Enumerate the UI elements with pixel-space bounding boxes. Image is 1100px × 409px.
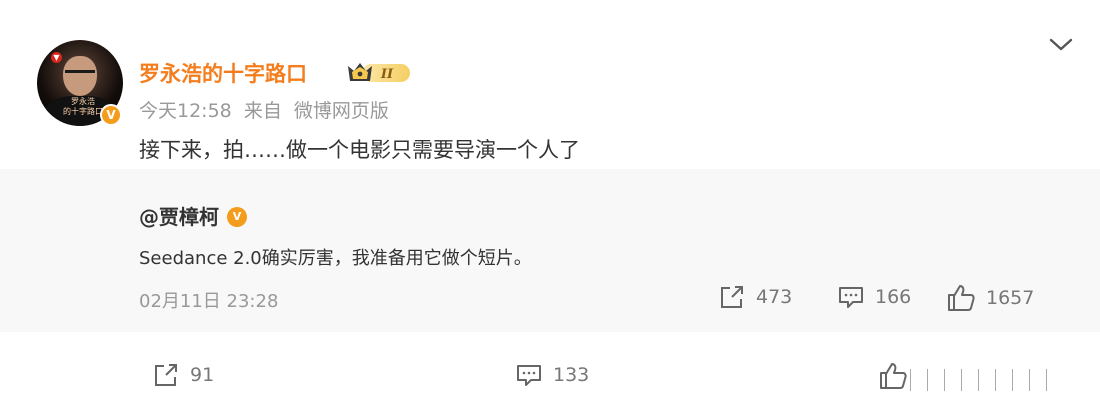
repost-icon <box>721 286 743 308</box>
repost-author-mention[interactable]: @贾樟柯 V <box>139 201 247 230</box>
post-source[interactable]: 微博网页版 <box>294 100 389 122</box>
repost-stat-comments-count: 166 <box>875 286 912 308</box>
repost-block[interactable]: @贾樟柯 V Seedance 2.0确实厉害，我准备用它做个短片。 02月11日… <box>0 169 1100 332</box>
post-meta: 今天12:58 来自 微博网页版 <box>139 96 389 123</box>
repost-stat-reposts-count: 473 <box>756 286 793 308</box>
author-name[interactable]: 罗永浩的十字路口 <box>139 58 307 88</box>
footer-comment-button[interactable]: 133 <box>515 361 589 389</box>
repost-time[interactable]: 02月11日 23:28 <box>139 287 278 313</box>
post-text: 接下来，拍……做一个电影只需要导演一个人了 <box>139 138 580 162</box>
member-badge-level: II <box>380 67 394 82</box>
verified-icon: V <box>100 104 122 126</box>
footer-like-button[interactable] <box>878 361 908 391</box>
verified-icon: V <box>227 207 247 227</box>
repost-stat-likes-count: 1657 <box>986 287 1035 309</box>
repost-text: Seedance 2.0确实厉害，我准备用它做个短片。 <box>139 248 532 269</box>
post-time[interactable]: 今天12:58 <box>139 100 232 122</box>
repost-stat-comments[interactable]: 166 <box>837 283 911 311</box>
footer-comment-count: 133 <box>553 364 590 386</box>
like-icon <box>948 285 975 311</box>
weibo-post-card: ▼ 罗永浩 的十字路口 V 罗永浩的十字路口 II 今天12:58 来自 微博网页… <box>0 0 1100 409</box>
like-icon <box>880 363 907 389</box>
repost-stat-reposts[interactable]: 473 <box>718 283 792 311</box>
footer-repost-button[interactable]: 91 <box>152 361 214 389</box>
comment-icon <box>517 365 541 386</box>
footer-repost-count: 91 <box>190 364 215 386</box>
source-prefix: 来自 <box>243 100 282 122</box>
avatar-figure-glasses <box>65 70 95 80</box>
comment-icon <box>839 287 863 308</box>
avatar-logo-mark: ▼ <box>51 52 62 63</box>
chevron-down-icon[interactable] <box>1048 35 1074 55</box>
repost-author-name[interactable]: @贾樟柯 <box>139 205 219 229</box>
repost-icon <box>155 364 177 386</box>
avatar-caption-lettering: 罗永浩 的十字路口 <box>63 97 103 116</box>
footer-like-count-obscured <box>910 365 1090 395</box>
member-crown-icon[interactable]: II <box>346 59 412 87</box>
repost-stat-likes[interactable]: 1657 <box>946 283 1034 313</box>
